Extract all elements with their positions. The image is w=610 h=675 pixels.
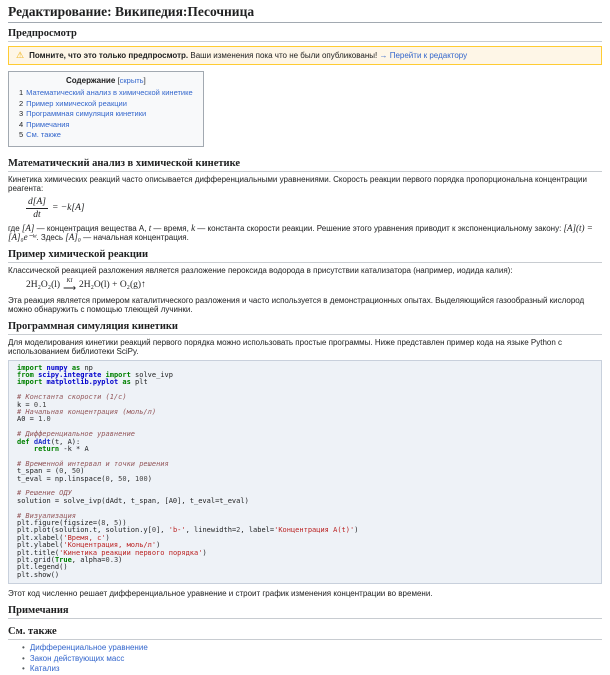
right-arrow-icon: ⟶ — [63, 284, 76, 292]
section-heading-math: Математический анализ в химической кинет… — [8, 158, 602, 172]
toc-list: 1Математический анализ в химической кине… — [19, 88, 193, 141]
warning-normal-text: Ваши изменения пока что не были опублико… — [190, 51, 377, 60]
toc-item[interactable]: 5См. также — [19, 130, 193, 141]
code-line: t_eval = np.linspace(0, 50, 100) — [17, 476, 593, 483]
toc-item-link[interactable]: См. также — [26, 130, 61, 139]
toc-item-number: 5 — [19, 130, 23, 139]
code-line: # Временной интервал и точки решения — [17, 461, 593, 468]
inline-text: . Здесь — [36, 233, 65, 242]
see-also-list: Дифференциальное уравнение Закон действую… — [22, 643, 602, 675]
preview-warning-box: ⚠ Помните, что это только предпросмотр. … — [8, 46, 602, 65]
toc-item[interactable]: 3Программная симуляция кинетики — [19, 109, 193, 120]
code-line: # Дифференциальное уравнение — [17, 431, 593, 438]
fraction-numerator: d[A] — [26, 197, 48, 209]
simulation-paragraph-1: Для моделирования кинетики реакций перво… — [8, 338, 602, 356]
inline-text: — начальная концентрация. — [81, 233, 189, 242]
warning-text: Помните, что это только предпросмотр. Ва… — [29, 51, 467, 60]
code-line: A0 = 1.0 — [17, 416, 593, 423]
toc-title: Содержание — [66, 76, 115, 85]
section-heading-simulation: Программная симуляция кинетики — [8, 321, 602, 335]
toc-item-number: 4 — [19, 120, 23, 129]
see-also-link[interactable]: Закон действующих масс — [30, 654, 125, 663]
fraction-denominator: dt — [26, 209, 48, 220]
see-also-item: Дифференциальное уравнение — [22, 643, 602, 654]
table-of-contents: Содержание [скрыть] 1Математический анал… — [8, 71, 204, 147]
toc-item-number: 2 — [19, 99, 23, 108]
code-line — [17, 505, 593, 512]
section-heading-see-also: См. также — [8, 626, 602, 640]
wiki-edit-preview-page: Редактирование: Википедия:Песочница Пред… — [0, 0, 610, 675]
code-line: def dAdt(t, A): — [17, 439, 593, 446]
toc-bracket: ] — [144, 76, 146, 85]
warning-bold-text: Помните, что это только предпросмотр. — [29, 51, 188, 60]
chem-paragraph-2: Эта реакция является примером каталитиче… — [8, 296, 602, 314]
see-also-item: Закон действующих масс — [22, 654, 602, 665]
toc-item[interactable]: 1Математический анализ в химической кине… — [19, 88, 193, 99]
inline-math: [A]₀ — [65, 232, 81, 242]
reaction-arrow: KI ⟶ — [63, 279, 76, 292]
code-line: # Начальная концентрация (моль/л) — [17, 409, 593, 416]
code-line: solution = solve_ivp(dAdt, t_span, [A0],… — [17, 498, 593, 505]
code-line: plt.show() — [17, 572, 593, 579]
toc-item[interactable]: 2Пример химической реакции — [19, 99, 193, 110]
inline-text: — время, — [151, 224, 191, 233]
warning-triangle-icon: ⚠ — [16, 51, 24, 60]
simulation-paragraph-2: Этот код численно решает дифференциально… — [8, 589, 602, 598]
formula-rhs: = −k[A] — [52, 203, 85, 213]
code-line: # Константа скорости (1/с) — [17, 394, 593, 401]
chemical-reaction-formula: 2H₂O₂(l) KI ⟶ 2H₂O(l) + O₂(g)↑ — [26, 279, 602, 292]
section-heading-notes: Примечания — [8, 605, 602, 619]
section-heading-chem: Пример химической реакции — [8, 249, 602, 263]
toc-item-link[interactable]: Примечания — [26, 120, 69, 129]
toc-header: Содержание [скрыть] — [19, 76, 193, 85]
toc-item-number: 3 — [19, 109, 23, 118]
toc-item-number: 1 — [19, 88, 23, 97]
code-line: plt.legend() — [17, 564, 593, 571]
code-line — [17, 483, 593, 490]
see-also-item: Катализ — [22, 664, 602, 675]
toc-hide-link[interactable]: скрыть — [120, 76, 144, 85]
toc-item-link[interactable]: Программная симуляция кинетики — [26, 109, 146, 118]
reaction-lhs: 2H₂O₂(l) — [26, 280, 60, 290]
toc-item-link[interactable]: Пример химической реакции — [26, 99, 127, 108]
preview-heading: Предпросмотр — [8, 28, 602, 42]
see-also-link[interactable]: Катализ — [30, 664, 60, 673]
math-inline-paragraph: где [A] — концентрация вещества A, t — в… — [8, 224, 602, 242]
chem-paragraph-1: Классической реакцией разложения являетс… — [8, 266, 602, 275]
differential-equation-formula: d[A] dt = −k[A] — [26, 197, 602, 220]
go-to-editor-link[interactable]: → Перейти к редактору — [379, 51, 467, 60]
math-paragraph-1: Кинетика химических реакций часто описыв… — [8, 175, 602, 193]
toc-toggle: [скрыть] — [118, 76, 146, 85]
reaction-rhs: 2H₂O(l) + O₂(g)↑ — [79, 280, 146, 290]
toc-item[interactable]: 4Примечания — [19, 120, 193, 131]
python-code-block: import numpy as npfrom scipy.integrate i… — [8, 360, 602, 585]
fraction: d[A] dt — [26, 197, 48, 220]
see-also-link[interactable]: Дифференциальное уравнение — [30, 643, 148, 652]
inline-text: — константа скорости реакции. Решение эт… — [195, 224, 563, 233]
code-line: return -k * A — [17, 446, 593, 453]
page-title: Редактирование: Википедия:Песочница — [8, 3, 602, 23]
inline-text: — концентрация вещества A, — [34, 224, 148, 233]
code-line: import matplotlib.pyplot as plt — [17, 379, 593, 386]
toc-item-link[interactable]: Математический анализ в химической кинет… — [26, 88, 192, 97]
code-line: plt.grid(True, alpha=0.3) — [17, 557, 593, 564]
